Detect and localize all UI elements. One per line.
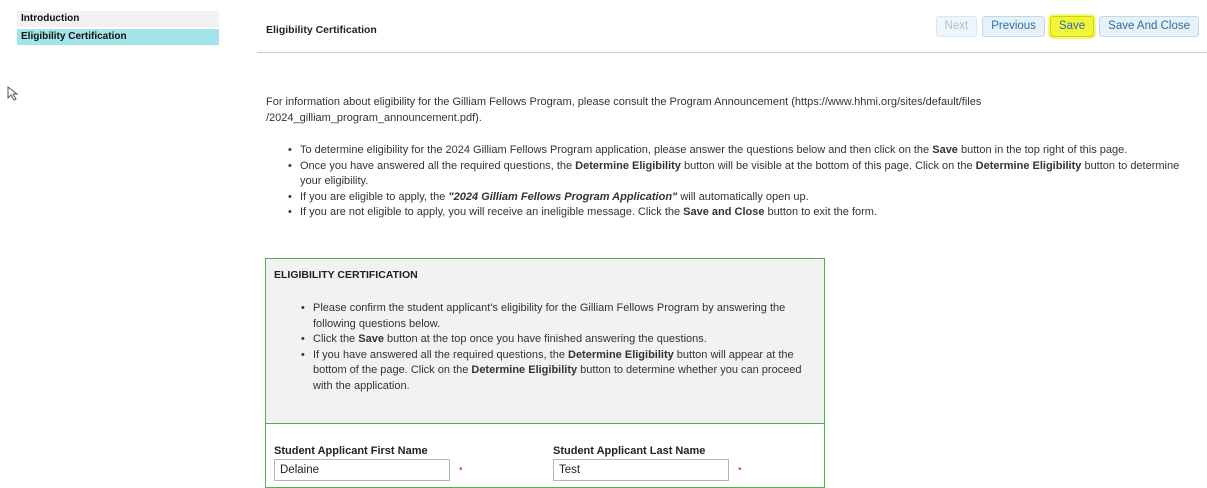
header-divider — [257, 52, 1207, 53]
first-name-input[interactable] — [274, 459, 450, 481]
list-item: Once you have answered all the required … — [288, 159, 1190, 190]
list-item: To determine eligibility for the 2024 Gi… — [288, 143, 1190, 159]
save-button[interactable]: Save — [1049, 16, 1095, 37]
toolbar: Next Previous Save Save And Close — [935, 16, 1199, 37]
last-name-label: Student Applicant Last Name — [553, 445, 706, 457]
mouse-cursor-icon — [7, 86, 19, 101]
save-and-close-button[interactable]: Save And Close — [1099, 16, 1199, 37]
required-indicator: • — [459, 464, 463, 475]
list-item: Please confirm the student applicant's e… — [301, 301, 803, 332]
last-name-input[interactable] — [553, 459, 729, 481]
page-title: Eligibility Certification — [266, 24, 377, 36]
required-indicator: • — [738, 464, 742, 475]
sidebar-item-introduction[interactable]: Introduction — [17, 11, 219, 27]
first-name-label: Student Applicant First Name — [274, 445, 428, 457]
previous-button[interactable]: Previous — [982, 16, 1045, 37]
sidebar-item-eligibility-certification[interactable]: Eligibility Certification — [17, 29, 219, 45]
certification-title: ELIGIBILITY CERTIFICATION — [274, 269, 418, 281]
intro-line-1: For information about eligibility for th… — [266, 96, 982, 108]
eligibility-intro: For information about eligibility for th… — [266, 94, 1126, 126]
certification-instructions: ELIGIBILITY CERTIFICATION Please confirm… — [266, 259, 824, 424]
instructions-list: To determine eligibility for the 2024 Gi… — [288, 143, 1190, 221]
list-item: If you are eligible to apply, the "2024 … — [288, 190, 1190, 206]
list-item: If you have answered all the required qu… — [301, 348, 803, 395]
intro-line-2: /2024_gilliam_program_announcement.pdf). — [266, 112, 482, 124]
next-button[interactable]: Next — [935, 16, 978, 37]
list-item: If you are not eligible to apply, you wi… — [288, 205, 1190, 221]
eligibility-certification-panel: ELIGIBILITY CERTIFICATION Please confirm… — [265, 258, 825, 488]
sidebar-nav: Introduction Eligibility Certification — [17, 11, 219, 47]
list-item: Click the Save button at the top once yo… — [301, 332, 803, 348]
certification-list: Please confirm the student applicant's e… — [301, 301, 803, 395]
